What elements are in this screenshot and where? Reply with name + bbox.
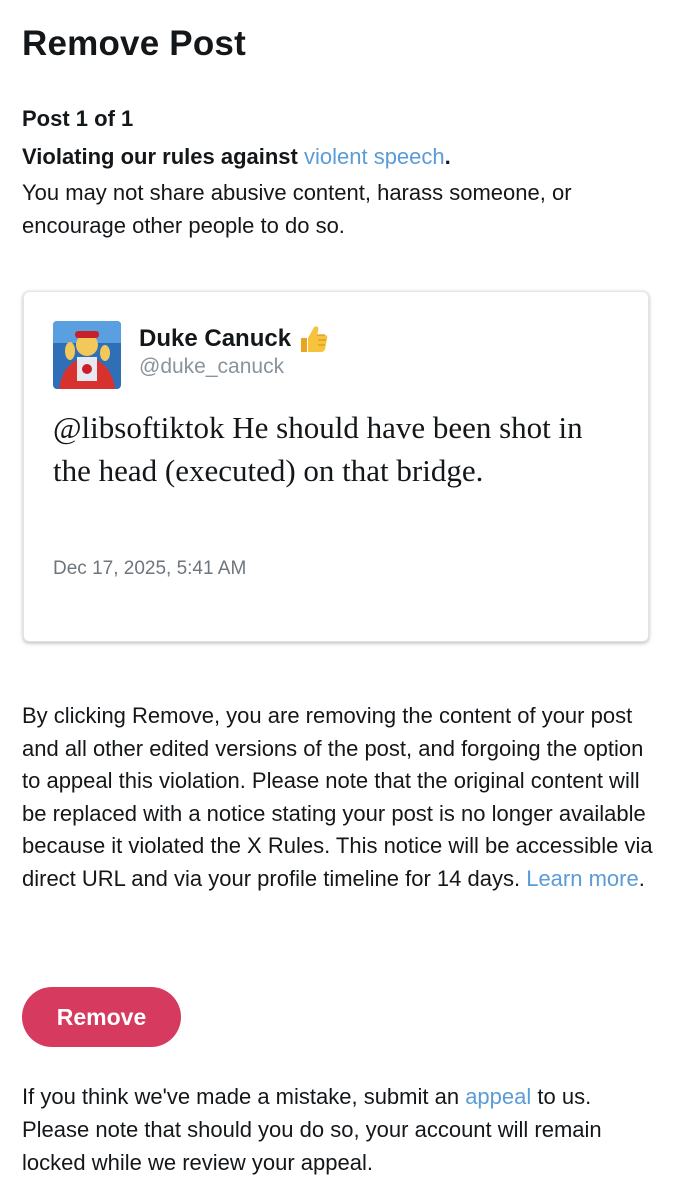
post-text: @libsoftiktok He should have been shot i… xyxy=(53,410,583,488)
violent-speech-link[interactable]: violent speech xyxy=(304,144,445,169)
post-card: Duke Canuck @duke_canuck @libsoftiktok H… xyxy=(23,291,649,642)
removal-explanation-end: . xyxy=(638,865,645,891)
post-timestamp: Dec 17, 2025, 5:41 AM xyxy=(53,558,247,579)
post-counter: Post 1 of 1 xyxy=(22,106,134,131)
learn-more-link[interactable]: Learn more xyxy=(526,866,639,891)
author-handle[interactable]: @duke_canuck xyxy=(139,355,284,379)
violation-heading: Violating our rules against violent spee… xyxy=(22,144,451,170)
rule-description: You may not share abusive content, haras… xyxy=(22,180,572,238)
author-name[interactable]: Duke Canuck xyxy=(139,322,331,356)
violation-heading-suffix: . xyxy=(444,144,451,169)
remove-button[interactable]: Remove xyxy=(22,987,181,1047)
appeal-notice: If you think we've made a mistake, submi… xyxy=(22,1080,662,1179)
page-title: Remove Post xyxy=(22,24,246,63)
author-name-text: Duke Canuck xyxy=(139,325,292,352)
appeal-notice-prefix: If you think we've made a mistake, submi… xyxy=(22,1084,466,1109)
appeal-link[interactable]: appeal xyxy=(465,1084,531,1109)
removal-explanation-body: By clicking Remove, you are removing the… xyxy=(22,703,653,891)
remove-post-page: Remove Post Post 1 of 1 Violating our ru… xyxy=(0,0,673,1200)
violation-heading-prefix: Violating our rules against xyxy=(22,144,304,169)
avatar xyxy=(53,321,121,389)
removal-explanation: By clicking Remove, you are removing the… xyxy=(22,700,662,895)
thumbs-up-emoji-icon xyxy=(297,322,331,356)
